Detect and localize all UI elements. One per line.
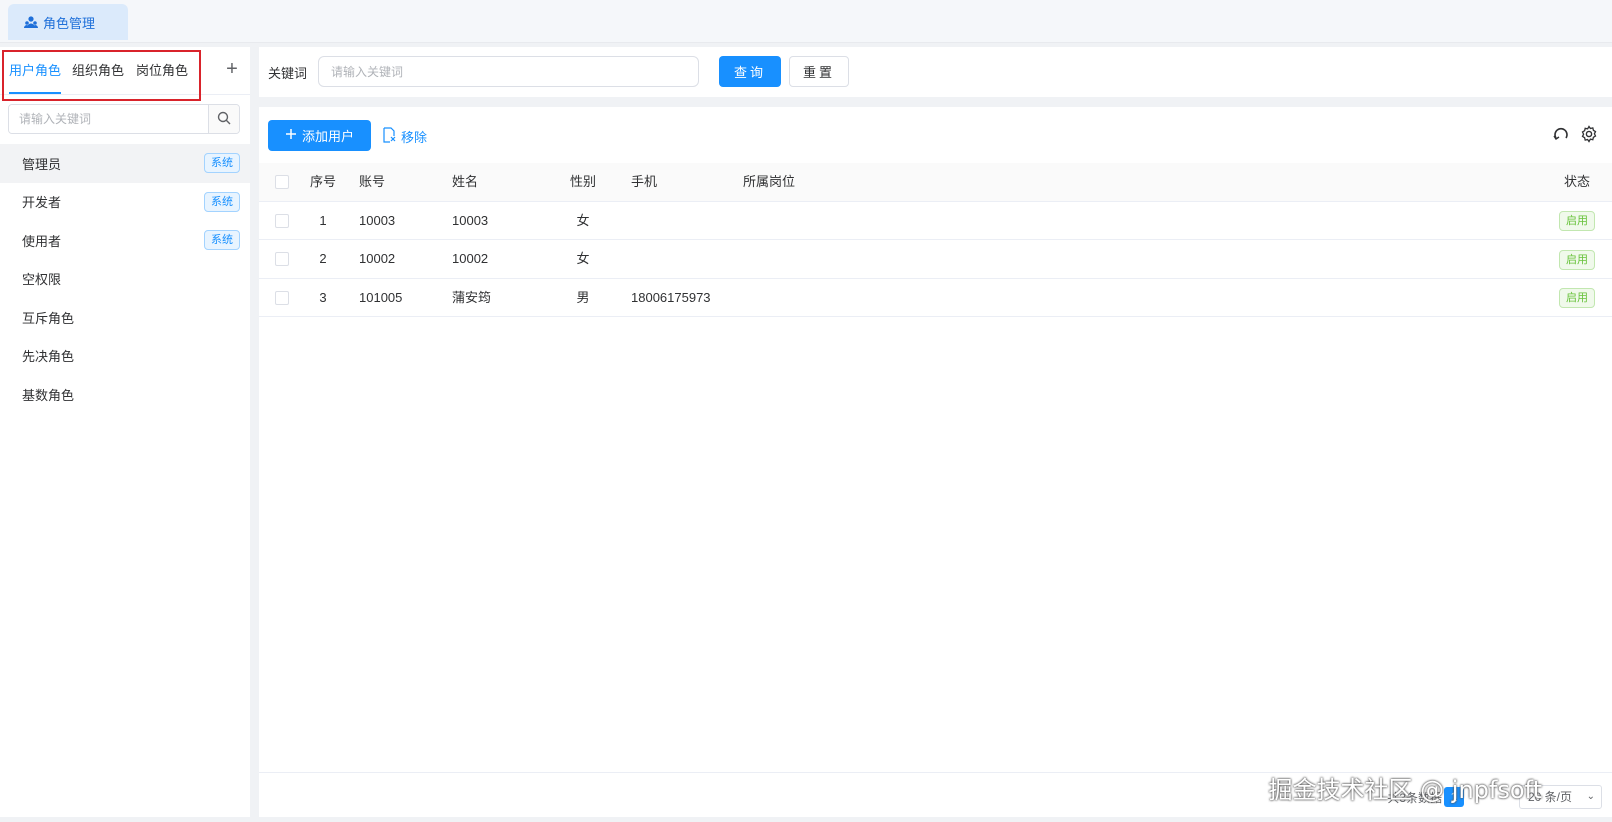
role-list: 管理员 系统 开发者 系统 使用者 系统 空权限 互斥角色 先决角色 基数角色: [0, 144, 250, 414]
role-name: 先决角色: [22, 349, 75, 365]
cell-sex: 女: [576, 251, 590, 266]
table-row[interactable]: 3 101005 蒲安筠 男 18006175973 启用: [259, 279, 1612, 317]
top-tab-bar: 角色管理: [0, 0, 1612, 43]
remove-button[interactable]: 移除: [381, 127, 427, 146]
cell-name: 10002: [452, 251, 489, 266]
cell-sex: 女: [576, 212, 590, 228]
row-checkbox[interactable]: [275, 290, 289, 305]
system-badge: 系统: [204, 191, 240, 212]
cell-index: 2: [319, 251, 327, 266]
role-name: 基数角色: [22, 387, 75, 403]
page-tab-label: 角色管理: [43, 15, 96, 31]
system-badge: 系统: [204, 153, 240, 173]
keyword-label: 关键词: [268, 66, 308, 81]
role-name: 空权限: [22, 272, 62, 288]
query-bar: 关键词 查询 重置: [259, 47, 1612, 97]
role-item-admin[interactable]: 管理员 系统: [0, 144, 250, 183]
select-all-checkbox[interactable]: [275, 175, 289, 189]
role-search-button[interactable]: [208, 105, 239, 133]
header-name: 姓名: [452, 174, 479, 189]
cell-account: 101005: [359, 289, 403, 305]
status-badge: 启用: [1559, 249, 1595, 270]
role-sidebar: 用户角色 组织角色 岗位角色 + 管理员 系统 开发者 系统 使用者 系统 空权…: [0, 47, 250, 817]
role-item-developer[interactable]: 开发者 系统: [0, 183, 250, 222]
cell-sex: 男: [576, 289, 590, 305]
role-item-no-permission[interactable]: 空权限: [0, 260, 250, 299]
status-badge: 启用: [1559, 288, 1595, 309]
table-tools: [1552, 125, 1598, 143]
users-icon: [24, 15, 38, 29]
gear-icon[interactable]: [1580, 125, 1598, 143]
role-item-mutex[interactable]: 互斥角色: [0, 298, 250, 337]
header-phone: 手机: [631, 174, 658, 189]
role-item-prerequisite[interactable]: 先决角色: [0, 337, 250, 376]
header-sex: 性别: [569, 174, 596, 189]
system-badge: 系统: [204, 230, 240, 250]
search-button[interactable]: 查询: [719, 56, 781, 87]
cell-index: 3: [319, 289, 327, 305]
watermark: 掘金技术社区 @ jnpfsoft: [1268, 776, 1542, 804]
cell-account: 10002: [359, 251, 396, 266]
remove-label: 移除: [401, 130, 428, 145]
tab-user-roles[interactable]: 用户角色: [9, 47, 62, 94]
add-user-label: 添加用户: [301, 129, 354, 144]
row-checkbox[interactable]: [275, 252, 289, 266]
header-account: 账号: [359, 174, 386, 189]
user-list-panel: 添加用户 移除 序号 账号 姓名 性别 手机 所属岗位 状态 1 10003 1…: [259, 107, 1612, 817]
header-status: 状态: [1563, 174, 1590, 189]
reset-button[interactable]: 重置: [789, 56, 849, 87]
plus-icon: [285, 128, 297, 143]
header-index: 序号: [309, 174, 336, 189]
row-checkbox[interactable]: [275, 213, 289, 228]
role-search-box: [8, 104, 240, 134]
role-type-tabs: 用户角色 组织角色 岗位角色 +: [0, 47, 250, 95]
cell-status: 启用: [1542, 279, 1612, 317]
add-user-button[interactable]: 添加用户: [268, 120, 371, 151]
header-post: 所属岗位: [743, 174, 796, 189]
table-header: 序号 账号 姓名 性别 手机 所属岗位 状态: [259, 163, 1612, 202]
cell-status: 启用: [1542, 240, 1612, 278]
role-name: 使用者: [22, 233, 62, 249]
user-table: 序号 账号 姓名 性别 手机 所属岗位 状态 1 10003 10003 女 启…: [259, 163, 1612, 317]
role-item-cardinality[interactable]: 基数角色: [0, 375, 250, 414]
role-item-user[interactable]: 使用者 系统: [0, 221, 250, 260]
role-name: 开发者: [22, 195, 62, 211]
table-row[interactable]: 2 10002 10002 女 启用: [259, 240, 1612, 279]
keyword-input[interactable]: [318, 56, 699, 87]
role-search-input[interactable]: [9, 105, 208, 133]
table-row[interactable]: 1 10003 10003 女 启用: [259, 202, 1612, 240]
cell-name: 10003: [452, 212, 489, 228]
search-icon: [217, 111, 231, 128]
cell-name: 蒲安筠: [452, 289, 492, 305]
cell-index: 1: [319, 212, 327, 228]
cell-status: 启用: [1542, 202, 1612, 240]
tab-org-roles[interactable]: 组织角色: [72, 47, 124, 94]
refresh-icon[interactable]: [1552, 125, 1570, 143]
cell-account: 10003: [359, 212, 396, 228]
chevron-down-icon: ⌄: [1586, 791, 1595, 802]
role-name: 管理员: [22, 156, 62, 172]
remove-file-icon: [381, 127, 397, 146]
tab-post-roles[interactable]: 岗位角色: [136, 47, 188, 94]
role-name: 互斥角色: [22, 310, 75, 326]
add-role-button[interactable]: +: [222, 59, 242, 79]
status-badge: 启用: [1559, 211, 1595, 232]
cell-phone: 18006175973: [631, 289, 711, 305]
page-tab-role-management[interactable]: 角色管理: [8, 4, 128, 40]
